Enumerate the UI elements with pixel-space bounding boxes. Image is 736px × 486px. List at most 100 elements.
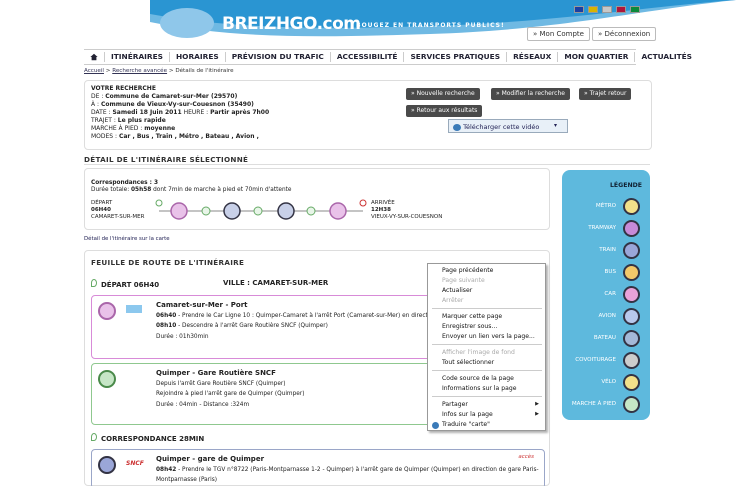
tagline: BOUGEZ EN TRANSPORTS PUBLICS! [356,22,505,29]
nav-horaires[interactable]: HORAIRES [170,52,226,62]
legend-tram: TRAMWAY [562,220,646,237]
map-link[interactable]: Détail de l'itinéraire sur la carte [84,236,170,242]
bus-icon [623,264,640,281]
nav-services[interactable]: SERVICES PRATIQUES [404,52,508,62]
legend-bateau: BATEAU [562,330,646,347]
search-trip: TRAJET : Le plus rapide [91,117,166,124]
ctx-select-all[interactable]: Tout sélectionner [442,359,494,366]
legend-title: LÉGENDE [609,182,642,189]
legend-avion: AVION [562,308,646,325]
route-timeline [155,199,367,220]
home-icon [90,53,98,61]
step2-duration: Durée : 04min - Distance :324m [156,401,250,408]
nav-quartier[interactable]: MON QUARTIER [558,52,636,62]
ctx-separator [432,344,542,345]
ctx-page-info[interactable]: Informations sur la page [442,385,516,392]
ctx-stop: Arrêter [442,297,464,304]
search-title: VOTRE RECHERCHE [91,85,156,92]
metro-icon [623,198,640,215]
download-video-button[interactable]: Télécharger cette vidéo ▾ [448,119,568,133]
route-summary: Correspondances : 3 Durée totale: 05h58 … [84,168,550,230]
modify-search-button[interactable]: » Modifier la recherche [491,88,570,100]
step1-line1: 06h40 - Prendre le Car Ligne 10 : Quimpe… [156,312,433,319]
ctx-back[interactable]: Page précédente [442,267,493,274]
search-from: DE : Commune de Camaret-sur-Mer (29570) [91,93,238,100]
nav-actualites[interactable]: ACTUALITÉS [635,52,698,62]
my-account-button[interactable]: » Mon Compte [527,27,590,41]
chevron-right-icon: ▶ [535,411,539,417]
logout-button[interactable]: » Déconnexion [592,27,657,41]
correspondance-line: CORRESPONDANCE 28MIN [91,433,204,443]
site-logo[interactable]: BREIZHGO.com [222,14,361,34]
total-duration: Durée totale: 05h58 dont 7min de marche … [91,187,292,193]
depart-block: DÉPART 06H40 CAMARET-SUR-MER [91,200,145,220]
ctx-bookmark[interactable]: Marquer cette page [442,313,502,320]
nav-reseaux[interactable]: RÉSEAUX [507,52,559,62]
step3-line1: 08h42 - Prendre le TGV n°8722 (Paris-Mon… [156,466,539,473]
step1-line2: 08h10 - Descendre à l'arrêt Gare Routièr… [156,323,328,329]
nav-accessibilite[interactable]: ACCESSIBILITÉ [331,52,405,62]
context-menu: Page précédente Page suivante Actualiser… [427,263,546,431]
carpool-icon [623,352,640,369]
legend-marche: MARCHE À PIED [562,396,646,413]
video-icon [453,123,461,131]
detail-title: DÉTAIL DE L'ITINÉRAIRE SÉLECTIONNÉ [84,155,249,164]
ctx-view-source[interactable]: Code source de la page [442,375,514,382]
nav-home[interactable] [84,52,105,62]
ville-line: VILLE : CAMARET-SUR-MER [223,279,329,287]
tram-icon [623,220,640,237]
train-icon [98,456,116,474]
return-trip-button[interactable]: » Trajet retour [579,88,632,100]
train-icon [623,242,640,259]
walk-icon [98,370,116,388]
step1-title: Camaret-sur-Mer - Port [156,301,248,309]
flag-es[interactable] [588,6,598,13]
pin-icon [91,279,97,287]
nav-trafic[interactable]: PRÉVISION DU TRAFIC [226,52,331,62]
pin-icon [91,433,97,441]
ctx-send-link[interactable]: Envoyer un lien vers la page... [442,333,535,340]
breadcrumb-current: Détails de l'itinéraire [175,68,234,74]
sncf-logo: SNCF [126,460,144,467]
step2-line1: Depuis l'arrêt Gare Routière SNCF (Quimp… [156,380,286,387]
breadcrumb-advanced[interactable]: Recherche avancée [112,68,167,74]
legend-bus: BUS [562,264,646,281]
legend-train: TRAIN [562,242,646,259]
language-flags [574,6,640,13]
flag-pt[interactable] [630,6,640,13]
ctx-view-bg: Afficher l'image de fond [442,349,515,356]
legend-car: CAR [562,286,646,303]
bike-icon [623,374,640,391]
download-video-label: Télécharger cette vidéo [463,123,540,131]
ctx-share[interactable]: Partager [442,401,468,408]
nav-itineraires[interactable]: ITINÉRAIRES [105,52,170,62]
legend-velo: VÉLO [562,374,646,391]
boat-icon [623,330,640,347]
logo-circle [160,8,214,38]
ctx-translate[interactable]: Traduire "carte" [442,421,490,428]
chevron-right-icon: ▶ [535,401,539,407]
breadcrumb-home[interactable]: Accueil [84,68,104,74]
legend-panel: LÉGENDE MÉTRO TRAMWAY TRAIN BUS CAR AVIO… [562,170,650,420]
new-search-button[interactable]: » Nouvelle recherche [406,88,480,100]
search-modes: MODES : Car , Bus , Train , Métro , Bate… [91,133,259,140]
step3-title: Quimper - gare de Quimper [156,455,265,463]
ctx-separator [432,370,542,371]
flag-en[interactable] [616,6,626,13]
ctx-save-as[interactable]: Enregistrer sous... [442,323,497,330]
operator-logo [126,305,142,313]
car-icon [623,286,640,303]
legend-metro: MÉTRO [562,198,646,215]
flag-fr[interactable] [574,6,584,13]
back-results-button[interactable]: » Retour aux résultats [406,105,483,117]
walk-icon [623,396,640,413]
divider [84,164,650,165]
chevron-down-icon[interactable]: ▾ [554,122,557,129]
search-date: DATE : Samedi 18 Juin 2011 HEURE : Parti… [91,109,270,116]
ctx-reload[interactable]: Actualiser [442,287,472,294]
flag-br[interactable] [602,6,612,13]
depart-line: DÉPART 06H40 [91,279,159,289]
translate-icon [432,422,439,429]
step2-line2: Rejoindre à pied l'arrêt gare de Quimper… [156,391,305,397]
ctx-page-infos[interactable]: Infos sur la page [442,411,493,418]
